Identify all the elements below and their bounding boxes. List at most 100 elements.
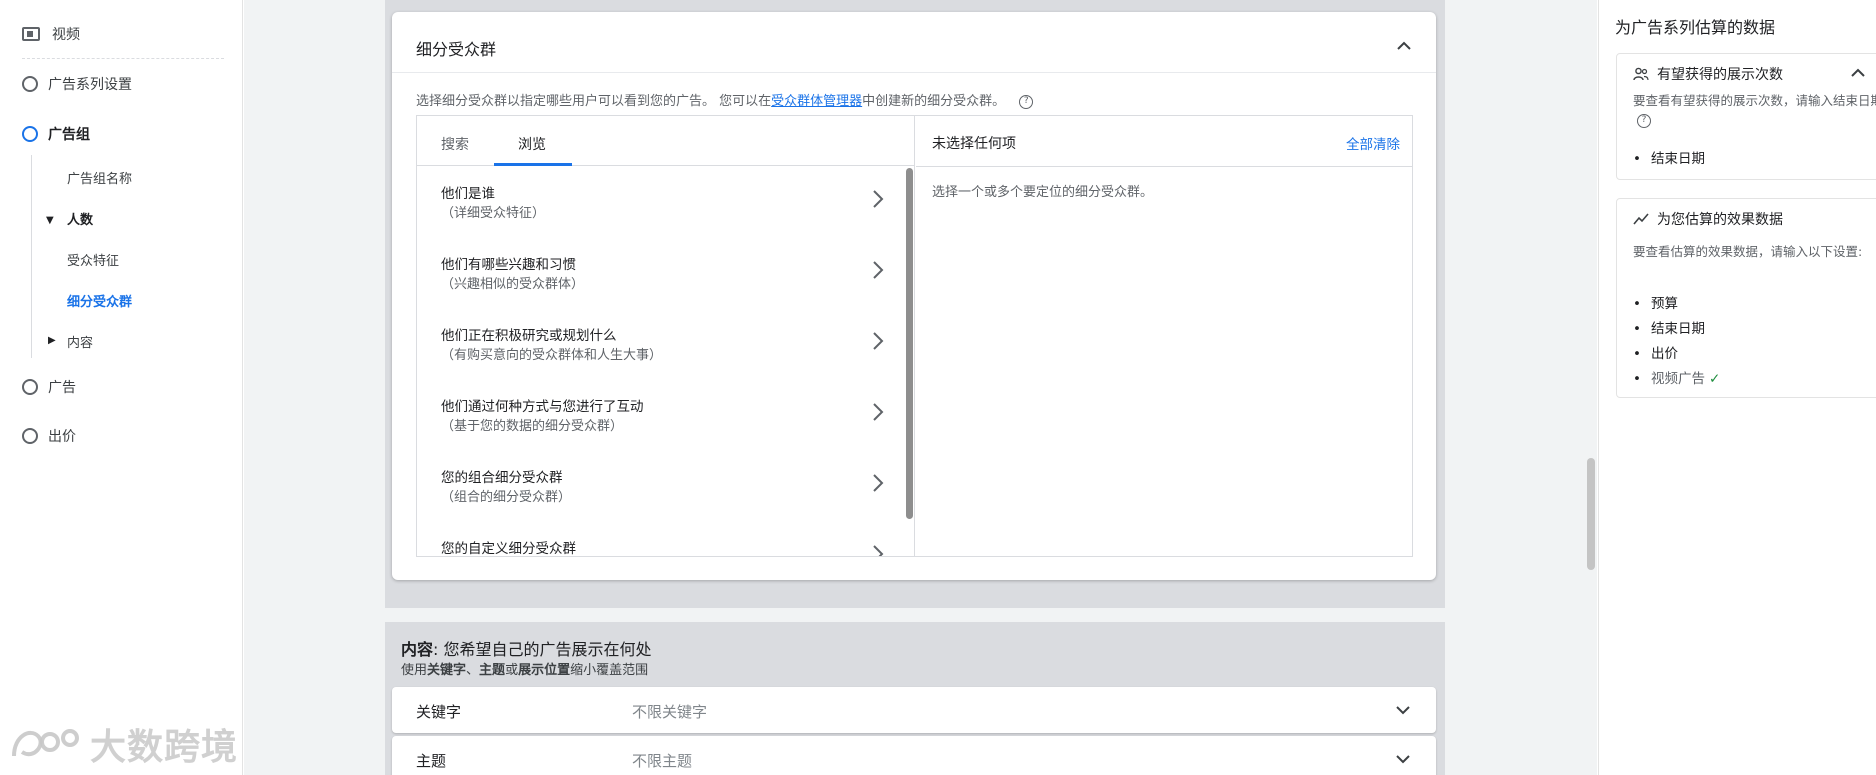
content-section: 内容: 您希望自己的广告展示在何处 使用关键字、主题或展示位置缩小覆盖范围 关键… (385, 622, 1445, 775)
audience-manager-link[interactable]: 受众群体管理器 (771, 94, 862, 109)
performance-requirements: 预算 结束日期 出价 视频广告✓ (1633, 292, 1720, 392)
sidebar-item-bidding[interactable]: 出价 (22, 426, 76, 446)
performance-title: 为您估算的效果数据 (1657, 212, 1783, 228)
content-title-bold: 内容 (401, 640, 434, 659)
row-label: 关键字 (416, 703, 462, 721)
impressions-title: 有望获得的展示次数 (1657, 67, 1783, 83)
tab-browse[interactable]: 浏览 (518, 134, 546, 154)
step-circle-icon (22, 379, 38, 395)
requirement-text: 视频广告 (1650, 371, 1705, 387)
sidebar-sub-demographics[interactable]: 受众特征 (67, 250, 119, 269)
step-circle-icon (22, 76, 38, 92)
impressions-header: 有望获得的展示次数 (1633, 64, 1783, 84)
requirement-item: 出价 (1633, 342, 1720, 367)
chevron-right-icon (873, 261, 884, 279)
active-tab-indicator (494, 163, 572, 166)
segment-browser: 搜索 浏览 他们是谁 （详细受众特征） 他们有哪些兴趣和习惯 （兴趣相似的受众群… (416, 115, 1413, 557)
main-scrollbar[interactable] (1587, 458, 1595, 570)
browse-pane: 搜索 浏览 他们是谁 （详细受众特征） 他们有哪些兴趣和习惯 （兴趣相似的受众群… (417, 116, 915, 556)
performance-header: 为您估算的效果数据 (1633, 209, 1783, 229)
sidebar-item-label: 广告组 (48, 127, 90, 143)
category-title: 他们正在积极研究或规划什么 (441, 328, 617, 344)
checkmark-icon: ✓ (1708, 371, 1721, 387)
performance-card: 为您估算的效果数据 要查看估算的效果数据，请输入以下设置: 预算 结束日期 出价… (1616, 198, 1876, 398)
requirement-item: 结束日期 (1633, 317, 1720, 342)
selected-header: 未选择任何项 (932, 136, 1016, 152)
left-sidebar: 视频 广告系列设置 广告组 广告组名称 ▼ 人数 受众特征 细分受众群 ▶ 内容… (0, 0, 243, 775)
category-title: 您的组合细分受众群 (441, 470, 563, 486)
chevron-up-icon[interactable] (1392, 34, 1416, 58)
subtitle-text: 或 (505, 663, 519, 678)
category-item[interactable]: 您的组合细分受众群 （组合的细分受众群） (441, 466, 884, 522)
card-title: 细分受众群 (416, 40, 497, 59)
impressions-description: 要查看有望获得的展示次数，请输入结束日期 ? (1633, 91, 1876, 129)
chevron-up-icon[interactable] (1849, 64, 1867, 82)
estimates-panel: 为广告系列估算的数据 有望获得的展示次数 要查看有望获得的展示次数，请输入结束日… (1598, 0, 1876, 775)
tab-bar: 搜索 浏览 (417, 116, 914, 166)
category-item[interactable]: 他们有哪些兴趣和习惯 （兴趣相似的受众群体） (441, 253, 884, 309)
sidebar-divider (22, 58, 224, 59)
category-subtitle: （详细受众特征） (441, 206, 546, 221)
category-subtitle: （有购买意向的受众群体和人生大事） (441, 348, 663, 363)
video-icon (22, 27, 40, 41)
tab-search[interactable]: 搜索 (441, 134, 469, 154)
category-item[interactable]: 他们是谁 （详细受众特征） (441, 182, 884, 238)
description-text: 选择细分受众群以指定哪些用户可以看到您的广告。 您可以在 (416, 94, 772, 109)
content-title: 内容: 您希望自己的广告展示在何处 (401, 636, 652, 660)
sidebar-sub-audience-segments[interactable]: 细分受众群 (67, 291, 132, 310)
card-description: 选择细分受众群以指定哪些用户可以看到您的广告。 您可以在受众群体管理器中创建新的… (416, 90, 1034, 109)
keywords-row[interactable]: 关键字 不限关键字 (392, 687, 1436, 733)
category-subtitle: （兴趣相似的受众群体） (441, 277, 585, 292)
sidebar-item-campaign-settings[interactable]: 广告系列设置 (22, 74, 132, 94)
tree-line (31, 155, 32, 358)
sidebar-sub-content[interactable]: 内容 (67, 332, 93, 351)
caret-down-icon[interactable]: ▼ (46, 215, 54, 226)
requirement-item-done: 视频广告✓ (1633, 367, 1720, 392)
category-title: 他们通过何种方式与您进行了互动 (441, 399, 644, 415)
description-text: 中创建新的细分受众群。 (862, 94, 1006, 109)
content-subtitle: 使用关键字、主题或展示位置缩小覆盖范围 (401, 659, 648, 678)
chevron-right-icon (873, 545, 884, 556)
sidebar-sub-people[interactable]: 人数 (67, 209, 93, 228)
chevron-right-icon (873, 332, 884, 350)
sidebar-item-ads[interactable]: 广告 (22, 377, 76, 397)
watermark-text: 大数跨境 (90, 727, 239, 768)
chevron-right-icon (873, 474, 884, 492)
estimates-title: 为广告系列估算的数据 (1615, 18, 1776, 37)
trending-up-icon (1633, 213, 1649, 225)
selected-pane: 未选择任何项 全部清除 选择一个或多个要定位的细分受众群。 (916, 116, 1412, 556)
category-item[interactable]: 您的自定义细分受众群 (441, 537, 884, 556)
help-icon[interactable]: ? (1637, 113, 1651, 128)
clear-all-button[interactable]: 全部清除 (1346, 133, 1400, 153)
chevron-right-icon (873, 403, 884, 421)
description-text: 要查看有望获得的展示次数，请输入结束日期 (1633, 93, 1876, 108)
category-subtitle: （组合的细分受众群） (441, 490, 572, 505)
sidebar-sub-ad-group-name[interactable]: 广告组名称 (67, 168, 132, 187)
impressions-card: 有望获得的展示次数 要查看有望获得的展示次数，请输入结束日期 ? 结束日期 (1616, 53, 1876, 180)
subtitle-keyword: 主题 (479, 663, 506, 678)
category-item[interactable]: 他们正在积极研究或规划什么 （有购买意向的受众群体和人生大事） (441, 324, 884, 380)
requirement-item: 结束日期 (1633, 147, 1705, 172)
impressions-requirements: 结束日期 (1633, 147, 1705, 172)
sidebar-item-label: 视频 (52, 27, 80, 43)
step-circle-icon (22, 428, 38, 444)
pane-divider (916, 166, 1412, 167)
step-circle-icon (22, 126, 38, 142)
sidebar-item-video[interactable]: 视频 (22, 24, 80, 44)
category-item[interactable]: 他们通过何种方式与您进行了互动 （基于您的数据的细分受众群） (441, 395, 884, 451)
subtitle-keyword: 展示位置 (518, 663, 571, 678)
chevron-right-icon (873, 190, 884, 208)
people-icon (1633, 67, 1649, 81)
requirement-item: 预算 (1633, 292, 1720, 317)
row-label: 主题 (416, 752, 447, 770)
help-icon[interactable]: ? (1019, 94, 1034, 109)
category-title: 您的自定义细分受众群 (441, 541, 576, 556)
subtitle-text: 使用 (401, 663, 428, 678)
category-title: 他们是谁 (441, 186, 495, 202)
sidebar-item-ad-group[interactable]: 广告组 (22, 124, 90, 144)
card-divider (392, 72, 1436, 73)
caret-right-icon[interactable]: ▶ (48, 335, 56, 346)
topics-row[interactable]: 主题 不限主题 (392, 736, 1436, 775)
watermark: 大数跨境 (10, 718, 238, 770)
browse-scrollbar[interactable] (906, 168, 913, 519)
